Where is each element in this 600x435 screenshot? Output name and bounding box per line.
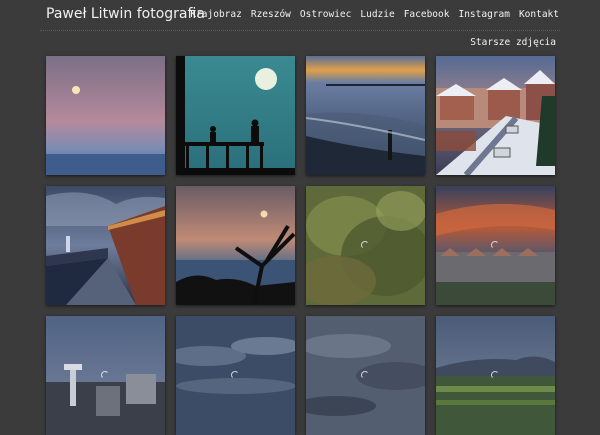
loading-spinner-icon — [361, 241, 369, 249]
loading-spinner-icon — [361, 371, 369, 379]
site-title[interactable]: Paweł Litwin fotografia — [46, 6, 205, 22]
photo-thumb-dark-clouds[interactable] — [306, 316, 425, 435]
photo-tree-dusk — [176, 186, 295, 305]
nav-item-kontakt[interactable]: Kontakt — [519, 9, 559, 20]
main-nav: Krajobraz Rzeszów Ostrowiec Ludzie Faceb… — [190, 9, 559, 20]
photo-silhouettes-moon — [176, 56, 295, 175]
photo-thumb-cloudy-sky[interactable] — [176, 316, 295, 435]
nav-item-ostrowiec[interactable]: Ostrowiec — [300, 9, 351, 20]
older-photos-link[interactable]: Starsze zdjęcia — [470, 37, 556, 48]
loading-spinner-icon — [231, 371, 239, 379]
loading-spinner-icon — [491, 241, 499, 249]
nav-item-facebook[interactable]: Facebook — [404, 9, 450, 20]
loading-spinner-icon — [491, 371, 499, 379]
photo-thumb-snowy-town[interactable] — [436, 56, 555, 175]
photo-pier-sunset — [306, 56, 425, 175]
photo-promenade-night — [46, 186, 165, 305]
nav-item-ludzie[interactable]: Ludzie — [360, 9, 394, 20]
nav-item-instagram[interactable]: Instagram — [458, 9, 509, 20]
photo-snowy-town — [436, 56, 555, 175]
photo-thumb-sunset-houses[interactable] — [436, 186, 555, 305]
photo-thumb-pier-sunset[interactable] — [306, 56, 425, 175]
photo-thumb-hill-trees[interactable] — [436, 316, 555, 435]
nav-item-krajobraz[interactable]: Krajobraz — [190, 9, 241, 20]
photo-moon-sea — [46, 56, 165, 175]
photo-thumb-silhouettes-moon[interactable] — [176, 56, 295, 175]
nav-item-rzeszow[interactable]: Rzeszów — [251, 9, 291, 20]
photo-thumb-moon-sea[interactable] — [46, 56, 165, 175]
site-header: Paweł Litwin fotografia Krajobraz Rzeszó… — [0, 0, 600, 32]
photo-thumb-city-tower[interactable] — [46, 316, 165, 435]
photo-thumb-promenade-night[interactable] — [46, 186, 165, 305]
photo-thumb-green-blur[interactable] — [306, 186, 425, 305]
photo-thumb-tree-dusk[interactable] — [176, 186, 295, 305]
photo-grid — [46, 56, 555, 435]
loading-spinner-icon — [101, 371, 109, 379]
header-divider — [40, 30, 560, 31]
